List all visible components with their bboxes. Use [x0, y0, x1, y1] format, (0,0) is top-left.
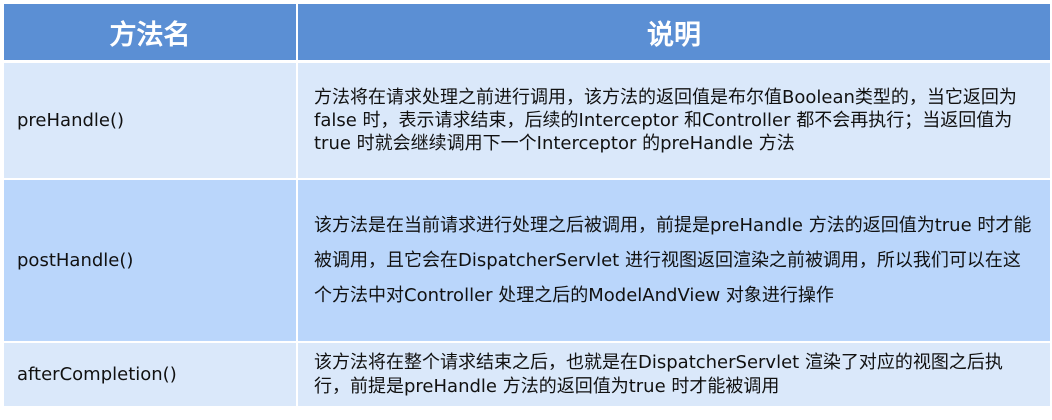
- table-row: preHandle() 方法将在请求处理之前进行调用，该方法的返回值是布尔值Bo…: [4, 61, 1050, 180]
- method-name-cell: afterCompletion(): [4, 342, 298, 408]
- header-description: 说明: [297, 4, 1050, 63]
- header-method-name: 方法名: [4, 4, 298, 63]
- description-cell: 该方法将在整个请求结束之后，也就是在DispatcherServlet 渲染了对…: [297, 342, 1050, 408]
- interceptor-methods-table: 方法名 说明 preHandle() 方法将在请求处理之前进行调用，该方法的返回…: [4, 4, 1050, 408]
- table-row: postHandle() 该方法是在当前请求进行处理之后被调用，前提是preHa…: [4, 179, 1050, 343]
- description-cell: 方法将在请求处理之前进行调用，该方法的返回值是布尔值Boolean类型的，当它返…: [297, 61, 1050, 180]
- table-row: afterCompletion() 该方法将在整个请求结束之后，也就是在Disp…: [4, 342, 1050, 408]
- method-name-cell: preHandle(): [4, 61, 298, 180]
- table-container: 方法名 说明 preHandle() 方法将在请求处理之前进行调用，该方法的返回…: [4, 4, 1050, 408]
- method-name-cell: postHandle(): [4, 179, 298, 343]
- description-cell: 该方法是在当前请求进行处理之后被调用，前提是preHandle 方法的返回值为t…: [297, 179, 1050, 343]
- header-row: 方法名 说明: [4, 4, 1050, 63]
